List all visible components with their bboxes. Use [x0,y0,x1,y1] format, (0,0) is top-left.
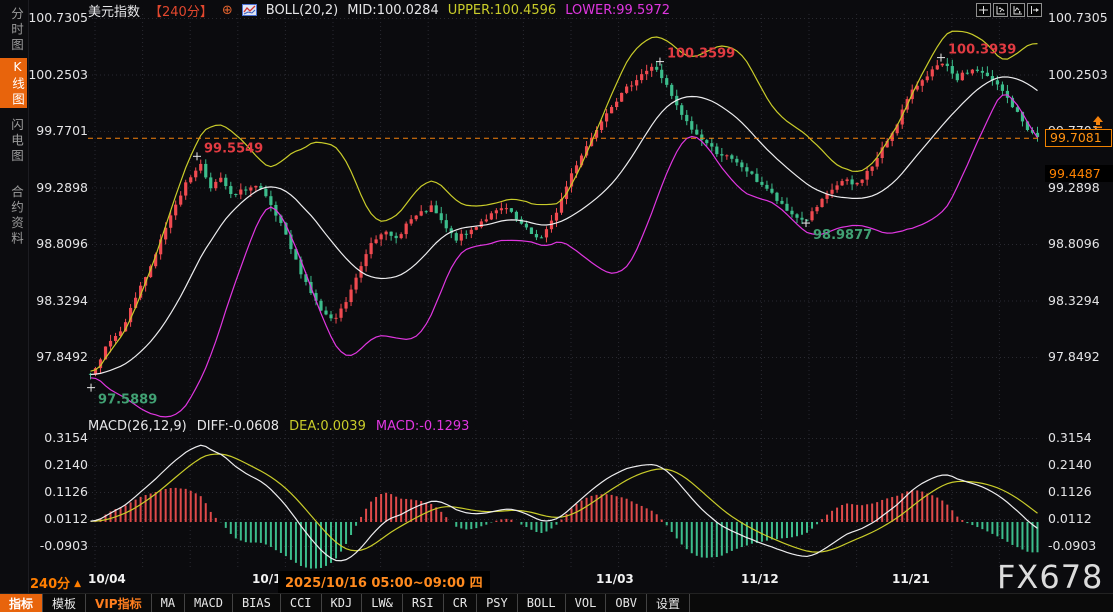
axis-tick-label: 100.7305 [28,10,88,25]
pan-right-icon[interactable] [1027,3,1042,17]
date-tick-label: 11/21 [892,572,930,586]
boll-indicator-label: BOLL(20,2) [266,3,339,18]
date-tick-label: 10/04 [88,572,126,586]
price-arrow-icon [1092,114,1104,127]
macd-dea-value: DEA:0.0039 [289,419,366,434]
bar-time-tooltip: 2025/10/16 05:00~09:00 四 [278,571,490,593]
toolbar-item-rsi[interactable]: RSI [403,594,444,612]
svg-text:97.5889: 97.5889 [98,393,157,408]
add-indicator-icon[interactable]: ⊕ [222,3,233,18]
axis-tick-label: 99.7701 [36,123,88,138]
axis-tick-label: 97.8492 [1048,349,1100,364]
chevron-up-icon: ▲ [74,579,81,589]
secondary-price-marker: 99.4487 [1045,165,1113,182]
toolbar-item-ma[interactable]: MA [152,594,185,612]
toolbar-item-lwr[interactable]: LW& [362,594,403,612]
svg-text:98.9877: 98.9877 [813,228,872,243]
y-scale-icon[interactable] [993,3,1008,17]
axis-tick-label: 0.3154 [44,430,88,445]
macd-diff-value: DIFF:-0.0608 [197,419,279,434]
macd-header: MACD(26,12,9) DIFF:-0.0608 DEA:0.0039 MA… [88,419,469,434]
axis-tick-label: 0.0112 [1048,511,1092,526]
toolbar-item-template[interactable]: 模板 [43,594,86,612]
axis-tick-label: 98.3294 [36,293,88,308]
axis-tick-label: 100.2503 [28,67,88,82]
price-axis-left: 100.7305 100.2503 99.7701 99.2898 98.8096 98.… [30,0,88,612]
axis-tick-label: 100.7305 [1048,10,1108,25]
boll-mid-value: MID:100.0284 [347,3,438,18]
toolbar-item-vip-indicator[interactable]: VIP指标 [86,594,152,612]
axis-tick-label: 99.2898 [36,180,88,195]
boll-upper-value: UPPER:100.4596 [448,3,556,18]
x-scale-icon[interactable] [1010,3,1025,17]
axis-tick-label: 0.2140 [1048,457,1092,472]
svg-text:100.3599: 100.3599 [667,47,735,62]
axis-tick-label: -0.0903 [40,538,88,553]
toolbar-item-kdj[interactable]: KDJ [322,594,363,612]
chart-header: 美元指数 【240分】 ⊕ BOLL(20,2) MID:100.0284 UP… [88,2,670,18]
crosshair-icon[interactable] [976,3,991,17]
price-axis-right: 100.7305100.250399.770199.289898.809698.… [1048,0,1110,612]
toolbar-item-psy[interactable]: PSY [477,594,518,612]
toolbar-item-cr[interactable]: CR [444,594,477,612]
axis-tick-label: 100.2503 [1048,67,1108,82]
axis-tick-label: 0.3154 [1048,430,1092,445]
svg-text:99.5549: 99.5549 [204,141,263,156]
trading-app-window: 99.554997.5889100.359998.9877100.3939 分时… [0,0,1113,612]
toolbar-item-cci[interactable]: CCI [281,594,322,612]
period-selector[interactable]: 240分▲ [30,573,81,592]
date-tick-label: 11/12 [741,572,779,586]
toolbar-item-bias[interactable]: BIAS [233,594,281,612]
current-price-marker: 99.7081 [1045,129,1112,147]
axis-tick-label: 98.3294 [1048,293,1100,308]
toolbar-item-vol[interactable]: VOL [566,594,607,612]
date-tick-label: 11/03 [596,572,634,586]
axis-tick-label: -0.0903 [1048,538,1096,553]
chart-title: 美元指数 [88,1,140,20]
toolbar-item-boll[interactable]: BOLL [518,594,566,612]
macd-macd-value: MACD:-0.1293 [376,419,470,434]
axis-tick-label: 0.2140 [44,457,88,472]
toolbar-item-indicator[interactable]: 指标 [0,594,43,612]
toolbar-item-macd[interactable]: MACD [185,594,233,612]
axis-tick-label: 0.0112 [44,511,88,526]
macd-indicator-label: MACD(26,12,9) [88,419,187,434]
toolbar-item-settings[interactable]: 设置 [647,594,690,612]
svg-text:100.3939: 100.3939 [948,43,1016,58]
axis-tick-label: 98.8096 [1048,236,1100,251]
toolbar-item-obv[interactable]: OBV [606,594,647,612]
boll-lower-value: LOWER:99.5972 [565,3,670,18]
axis-tick-label: 97.8492 [36,349,88,364]
period-tag: 【240分】 [149,1,213,20]
indicator-toolbar: 指标 模板 VIP指标 MA MACD BIAS CCI KDJ LW& RSI… [0,593,1113,612]
kline-chart[interactable]: 99.5549 97.5889 100.3599 98.9877 100.3939 [0,0,1113,612]
mini-chart-icon[interactable] [242,4,257,16]
axis-tick-label: 0.1126 [44,484,88,499]
chart-control-icons [976,3,1042,17]
axis-tick-label: 98.8096 [36,236,88,251]
axis-tick-label: 0.1126 [1048,484,1092,499]
